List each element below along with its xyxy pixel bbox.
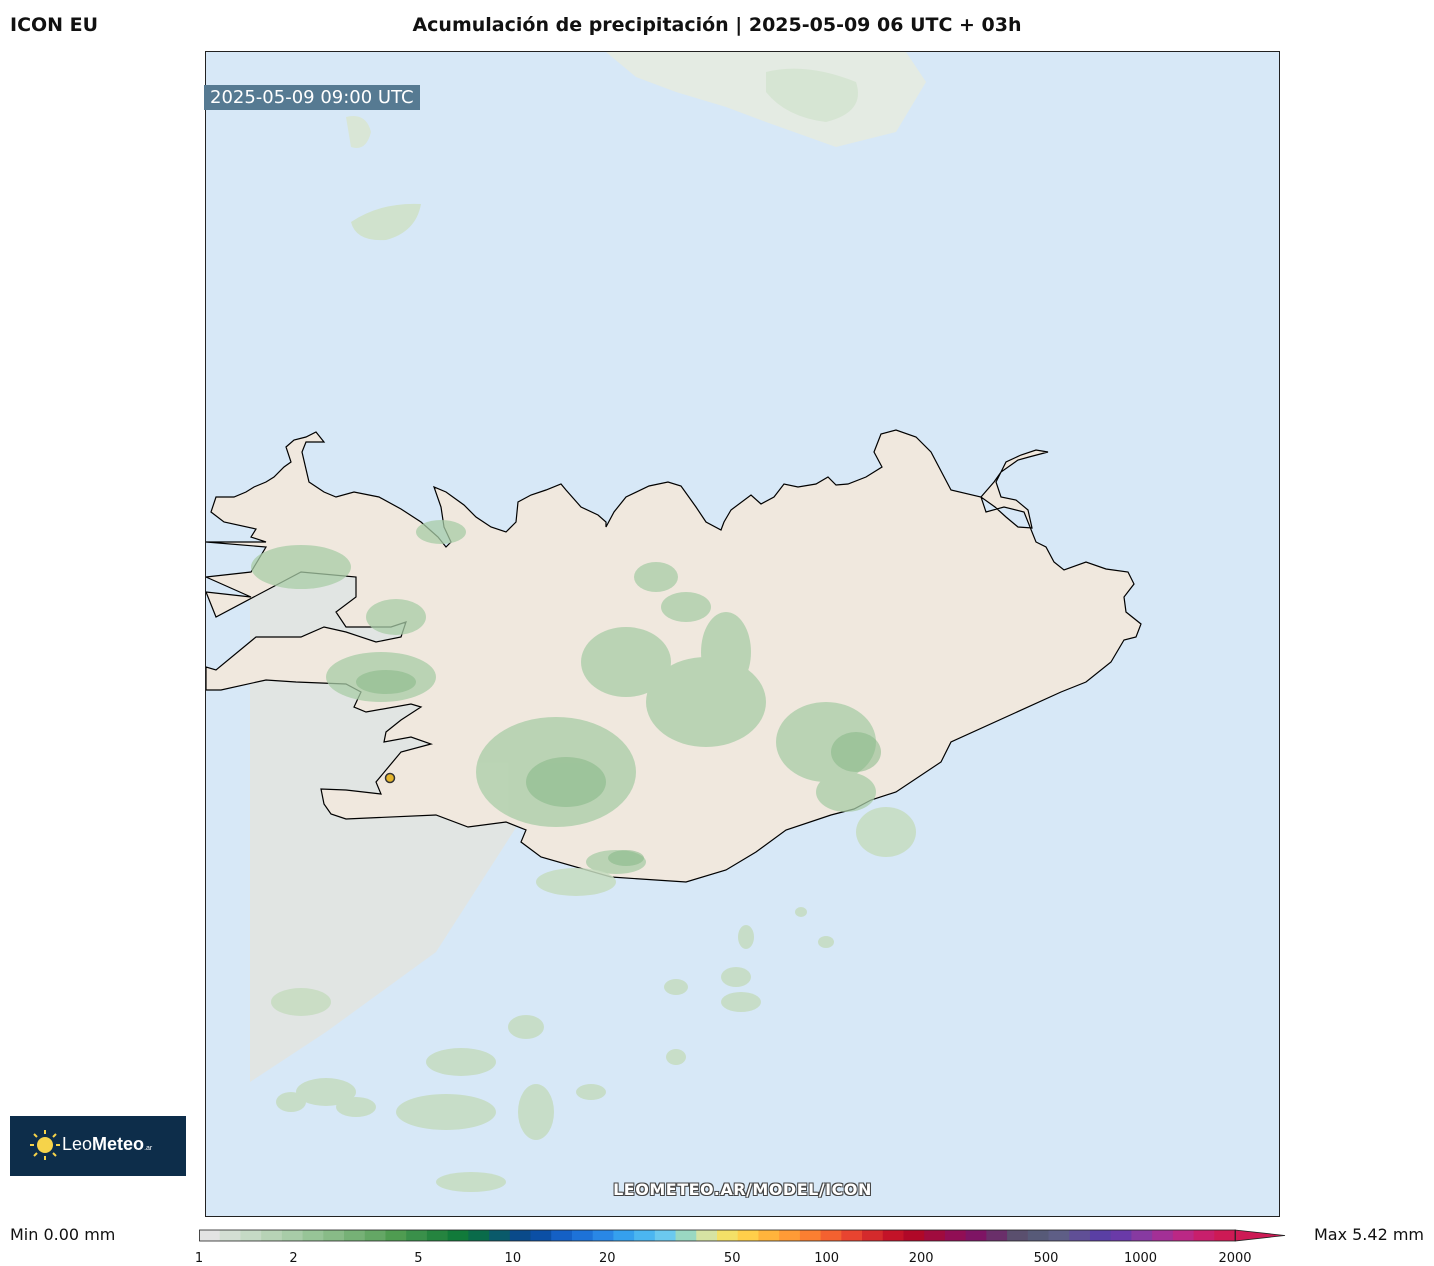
location-marker (384, 772, 396, 784)
colorbar-tick-label: 50 (723, 1251, 741, 1266)
colorbar-swatch (654, 1230, 677, 1241)
colorbar-swatch (903, 1230, 925, 1241)
logo-text: LeoMeteo.ar (62, 1134, 153, 1154)
map-panel[interactable]: LEOMETEO.AR/MODEL/ICON (205, 51, 1280, 1217)
greenland-land (606, 52, 926, 147)
colorbar-swatch (551, 1230, 573, 1241)
colorbar-swatch (406, 1230, 428, 1241)
colorbar-swatch (799, 1230, 822, 1241)
colorbar-swatch (261, 1230, 283, 1241)
colorbar-swatch (820, 1230, 842, 1241)
colorbar-swatch (571, 1230, 594, 1241)
colorbar-swatch (281, 1230, 304, 1241)
colorbar-swatch (696, 1230, 718, 1241)
colorbar-swatch (1027, 1230, 1050, 1241)
colorbar-swatch (1152, 1230, 1174, 1241)
colorbar-swatch (323, 1230, 345, 1241)
colorbar-swatch (1069, 1230, 1091, 1241)
colorbar-swatch (468, 1230, 490, 1241)
colorbar-tick-label: 20 (599, 1251, 616, 1266)
colorbar-swatch (344, 1230, 366, 1241)
map-title: Acumulación de precipitación | 2025-05-0… (412, 14, 1022, 36)
colorbar-swatch (219, 1230, 242, 1241)
colorbar-tick-label: 200 (908, 1251, 934, 1266)
colorbar-swatch (1131, 1230, 1153, 1241)
colorbar-swatch (841, 1230, 863, 1241)
colorbar-tick-label: 2 (289, 1251, 298, 1266)
colorbar-swatch (1089, 1230, 1112, 1241)
colorbar-swatch (592, 1230, 614, 1241)
valid-time-label: 2025-05-09 09:00 UTC (204, 85, 420, 110)
colorbar-swatch (717, 1230, 739, 1241)
colorbar-swatch (613, 1230, 635, 1241)
colorbar-swatch (1048, 1230, 1070, 1241)
colorbar-swatch (862, 1230, 884, 1241)
precip-patch-top (346, 116, 371, 148)
min-value-label: Min 0.00 mm (10, 1225, 116, 1244)
sun-icon (30, 1130, 60, 1160)
colorbar-swatch (924, 1230, 946, 1241)
colorbar-extend-arrow (1234, 1229, 1286, 1242)
precip-patch-nw (351, 203, 421, 241)
colorbar-swatch (758, 1230, 780, 1241)
colorbar-swatch (1172, 1230, 1195, 1241)
colorbar-swatch (634, 1230, 656, 1241)
watermark: LEOMETEO.AR/MODEL/ICON (613, 1180, 872, 1199)
colorbar-tick-label: 2000 (1218, 1251, 1252, 1266)
colorbar-swatch (1007, 1230, 1029, 1241)
colorbar-swatch (199, 1230, 221, 1241)
leometeo-logo[interactable]: LeoMeteo.ar (10, 1116, 186, 1176)
precip-colorbar (199, 1229, 1286, 1242)
colorbar-swatch (240, 1230, 262, 1241)
colorbar-swatch (530, 1230, 552, 1241)
colorbar-swatch (447, 1230, 469, 1241)
max-value-label: Max 5.42 mm (1313, 1225, 1424, 1244)
colorbar-swatch (965, 1230, 987, 1241)
colorbar-swatch (1193, 1230, 1215, 1241)
colorbar-tick-label: 500 (1033, 1251, 1059, 1266)
colorbar-swatch (779, 1230, 801, 1241)
colorbar-swatch (426, 1230, 449, 1241)
colorbar-swatch (302, 1230, 324, 1241)
colorbar-tick-label: 1000 (1123, 1251, 1158, 1266)
colorbar-tick-label: 10 (504, 1251, 522, 1266)
colorbar-tick-label: 5 (414, 1251, 423, 1266)
iceland-land (206, 429, 1142, 883)
colorbar-swatch (364, 1230, 387, 1241)
colorbar-swatch (1110, 1230, 1132, 1241)
colorbar-tick-label: 1 (194, 1251, 204, 1266)
colorbar-swatch (944, 1230, 967, 1241)
colorbar-swatch (737, 1230, 760, 1241)
map-canvas (206, 52, 1142, 1192)
colorbar-swatch (509, 1230, 532, 1241)
colorbar-swatch (385, 1230, 407, 1241)
colorbar-swatch (882, 1230, 905, 1241)
colorbar-swatch (1214, 1230, 1236, 1241)
colorbar-tick-label: 100 (814, 1251, 840, 1266)
colorbar-swatch (489, 1230, 511, 1241)
colorbar-swatch (986, 1230, 1008, 1241)
colorbar-swatch (675, 1230, 697, 1241)
